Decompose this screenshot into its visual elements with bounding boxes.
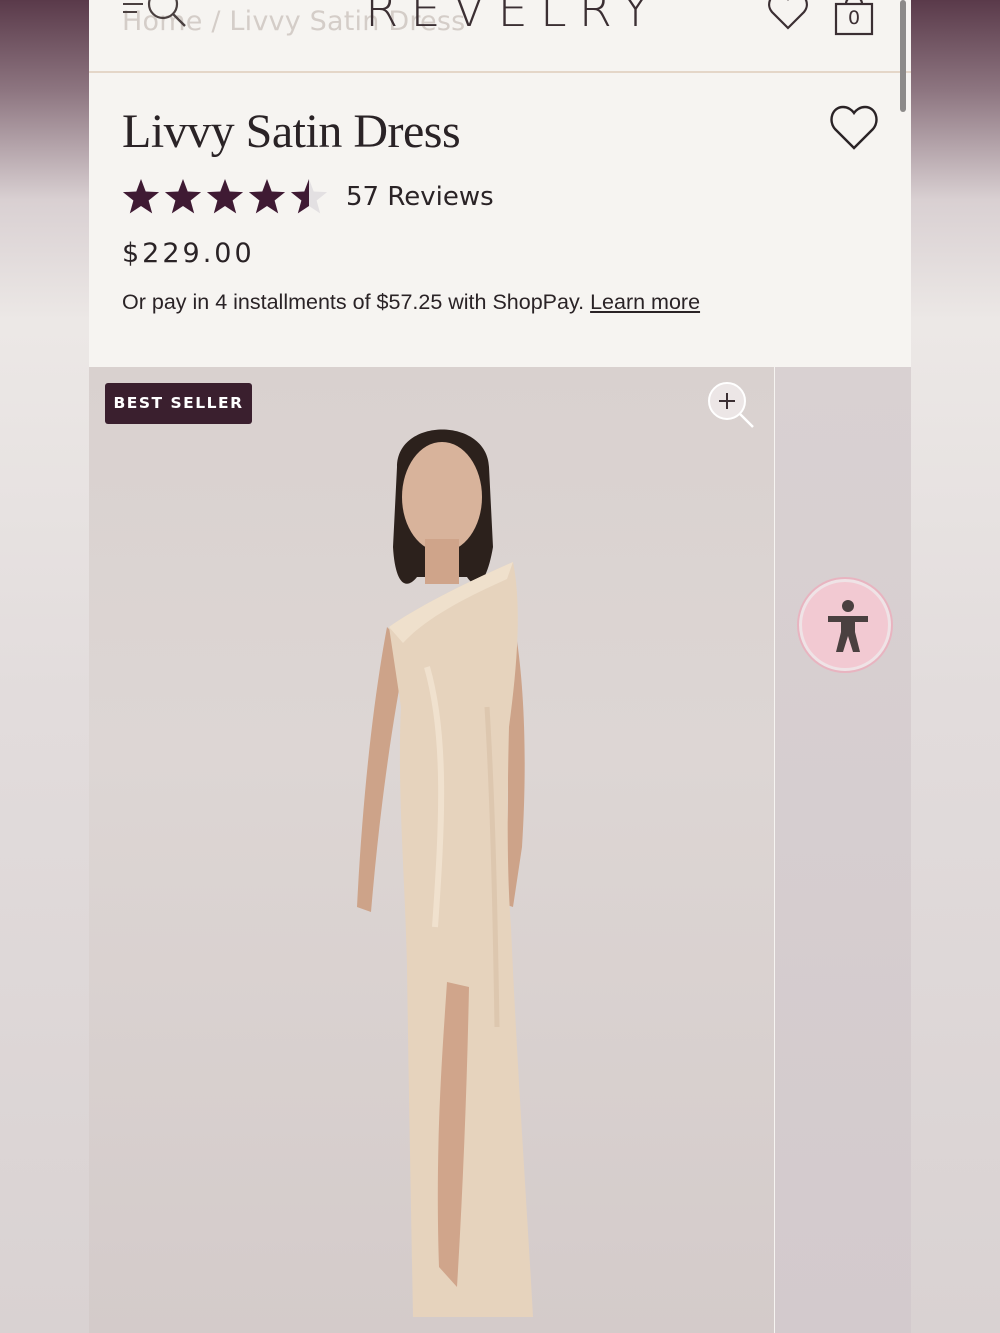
product-price: $229.00 xyxy=(122,238,255,269)
heart-icon[interactable] xyxy=(767,0,809,32)
next-product-image[interactable] xyxy=(775,367,911,1333)
zoom-in-icon[interactable] xyxy=(707,381,757,431)
menu-icon[interactable] xyxy=(123,0,143,24)
search-icon[interactable] xyxy=(145,0,189,32)
product-page: Home / Livvy Satin Dress REVELRY 0 Livvy… xyxy=(89,0,911,1333)
best-seller-badge: BEST SELLER xyxy=(105,383,252,424)
installments-info: Or pay in 4 installments of $57.25 with … xyxy=(122,290,700,315)
accessibility-icon xyxy=(828,600,868,652)
brand-logo[interactable]: REVELRY xyxy=(365,0,662,38)
installments-text: Or pay in 4 installments of $57.25 with … xyxy=(122,290,585,314)
star-filled xyxy=(164,179,202,214)
star-filled xyxy=(248,179,286,214)
rating-stars[interactable] xyxy=(121,176,333,220)
product-gallery[interactable]: BEST SELLER xyxy=(89,367,911,1333)
model-photo xyxy=(357,429,533,1317)
accessibility-button[interactable] xyxy=(799,579,891,671)
cart-count: 0 xyxy=(847,7,861,29)
wishlist-heart-icon[interactable] xyxy=(829,104,879,152)
star-filled xyxy=(122,179,160,214)
scrollbar[interactable] xyxy=(900,0,906,112)
star-filled xyxy=(206,179,244,214)
site-header: Home / Livvy Satin Dress REVELRY 0 xyxy=(89,0,911,73)
learn-more-link[interactable]: Learn more xyxy=(590,290,700,314)
reviews-link[interactable]: 57 Reviews xyxy=(346,182,494,212)
product-image[interactable]: BEST SELLER xyxy=(89,367,774,1333)
product-title: Livvy Satin Dress xyxy=(122,105,461,158)
